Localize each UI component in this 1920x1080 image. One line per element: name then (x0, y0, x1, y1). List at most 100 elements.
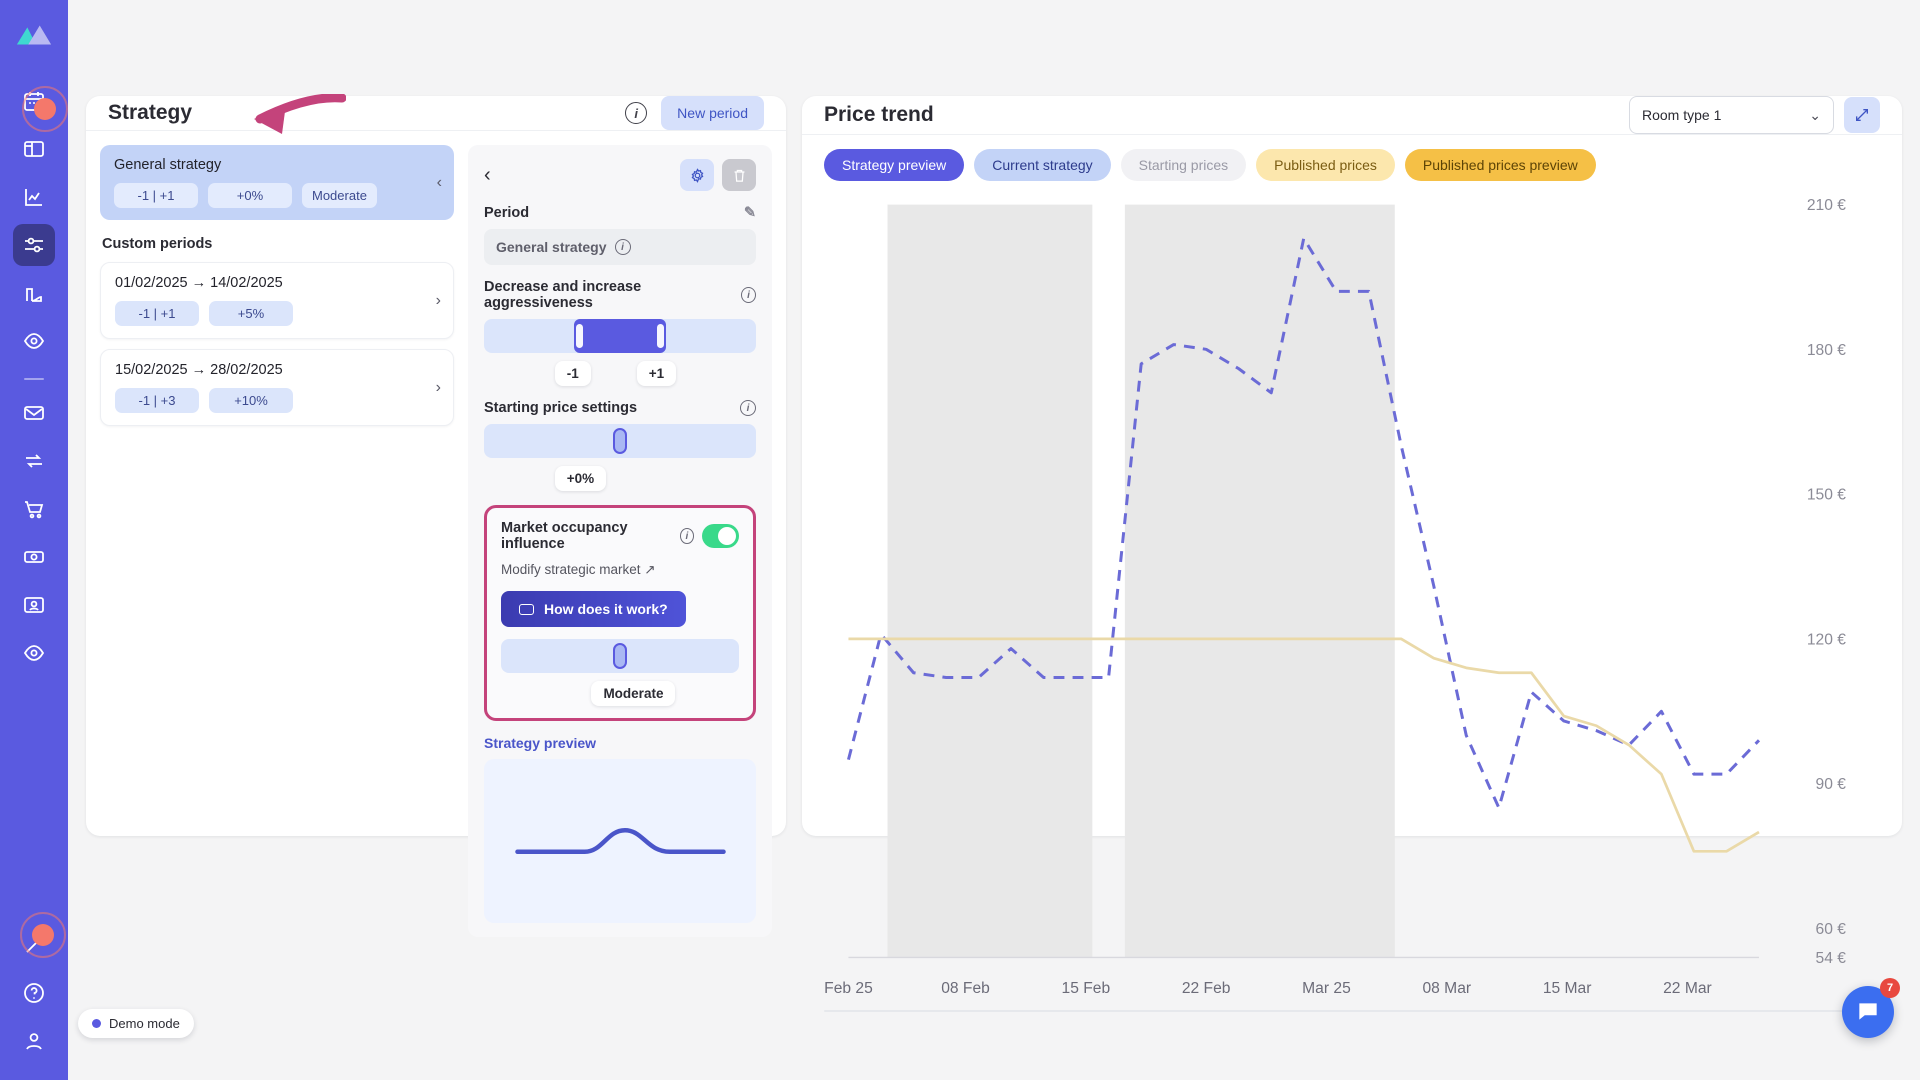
slider-fill (573, 319, 667, 353)
period-range: 01/02/2025 → 14/02/2025 (115, 275, 283, 291)
app-root: Strategy i New period General strategy -… (0, 0, 1920, 1080)
sidebar-item-account[interactable] (13, 1020, 55, 1062)
market-occupancy-toggle[interactable] (702, 524, 740, 548)
info-icon[interactable]: i (625, 102, 648, 124)
chip-starting-price: +10% (209, 388, 293, 413)
toggle-knob (718, 527, 737, 545)
sidebar-item-podium[interactable] (13, 272, 55, 314)
tab-starting-prices[interactable]: Starting prices (1120, 149, 1247, 181)
slider-handle-min[interactable] (576, 324, 584, 348)
svg-text:150 €: 150 € (1807, 487, 1846, 504)
svg-text:210 €: 210 € (1807, 197, 1846, 214)
video-icon (519, 603, 534, 615)
tab-strategy-preview[interactable]: Strategy preview (824, 149, 965, 181)
chart-scrollbar[interactable] (824, 1010, 1880, 1013)
sidebar-bottom-group (13, 924, 55, 1068)
strategy-header: Strategy i New period (86, 94, 786, 134)
page-title: Strategy (108, 101, 193, 124)
chart-svg: 54 € 60 € 90 € 120 € 150 € 180 € 210 € Feb 25 08… (824, 197, 1847, 997)
sidebar-item-strategy[interactable] (13, 224, 55, 266)
period-value: General strategy (496, 239, 607, 255)
expand-icon (1856, 109, 1868, 121)
period-label-text: Period (484, 205, 530, 221)
how-does-it-work-button[interactable]: How does it work? (501, 591, 686, 627)
trash-icon (734, 169, 744, 182)
period-range: 15/02/2025 → 28/02/2025 (115, 362, 283, 378)
list-item-period-1[interactable]: 01/02/2025 → 14/02/2025 -1 | +1 +5% › (100, 262, 454, 339)
app-logo (14, 14, 54, 54)
starting-price-slider[interactable] (484, 424, 756, 458)
sidebar-item-layout[interactable] (13, 128, 55, 170)
modify-strategic-market-link[interactable]: Modify strategic market ↗ (501, 562, 656, 578)
edit-pencil-icon[interactable]: ✎ (744, 205, 756, 221)
custom-periods-label: Custom periods (102, 236, 213, 252)
aggressiveness-min-value: -1 (554, 361, 591, 386)
svg-text:60 €: 60 € (1816, 921, 1847, 938)
room-type-select[interactable]: Room type 1 ⌄ (1629, 96, 1834, 134)
strategy-card: Strategy i New period General strategy -… (86, 94, 786, 937)
tab-published-prices-preview[interactable]: Published prices preview (1404, 149, 1596, 181)
detail-actions (680, 159, 756, 191)
sidebar-item-calendar[interactable] (13, 80, 55, 122)
svg-text:180 €: 180 € (1807, 342, 1846, 359)
sidebar-item-assistant[interactable] (13, 924, 55, 966)
price-trend-chart[interactable]: 54 € 60 € 90 € 120 € 150 € 180 € 210 € Feb 25 08… (824, 191, 1884, 1006)
chevron-right-icon[interactable]: › (436, 292, 441, 310)
chip-aggressiveness: -1 | +1 (115, 301, 199, 326)
sidebar-item-market-eye[interactable] (13, 320, 55, 362)
settings-gear-button[interactable] (680, 159, 714, 191)
sidebar-item-chart[interactable] (13, 176, 55, 218)
chip-aggressiveness: -1 | +3 (115, 388, 199, 413)
svg-text:22 Feb: 22 Feb (1182, 980, 1231, 997)
delete-button[interactable] (722, 159, 756, 191)
expand-button[interactable] (1844, 97, 1880, 133)
strategy-preview-chart (484, 759, 756, 923)
general-strategy-item[interactable]: General strategy -1 | +1 +0% Moderate ‹ (100, 145, 454, 220)
main-content: Strategy i New period General strategy -… (68, 0, 1920, 1080)
sidebar-item-mail[interactable] (13, 392, 55, 434)
aggressiveness-values: -1 +1 (484, 361, 756, 386)
demo-mode-badge: Demo mode (78, 1009, 194, 1038)
detail-toolbar: ‹ (484, 159, 756, 191)
aggressiveness-slider[interactable] (484, 319, 756, 353)
info-icon[interactable]: i (740, 400, 756, 416)
slider-thumb[interactable] (613, 643, 627, 669)
chip-starting-price: +0% (208, 183, 292, 208)
period-section-label: Period ✎ (484, 205, 756, 221)
chevron-right-icon[interactable]: › (436, 379, 441, 397)
back-icon[interactable]: ‹ (484, 165, 491, 185)
chevron-down-icon: ⌄ (1809, 106, 1821, 123)
annotation-arrow (254, 94, 346, 134)
list-item-period-2[interactable]: 15/02/2025 → 28/02/2025 -1 | +3 +10% › (100, 349, 454, 426)
sidebar-item-guests[interactable] (13, 584, 55, 626)
slider-handle-max[interactable] (656, 324, 664, 348)
starting-price-value: +0% (554, 466, 607, 491)
demo-mode-label: Demo mode (109, 1016, 180, 1031)
period-chips: -1 | +1 +5% (115, 301, 439, 326)
chat-icon (1859, 1003, 1877, 1020)
svg-text:15 Mar: 15 Mar (1543, 980, 1592, 997)
sidebar-item-insights-eye[interactable] (13, 632, 55, 674)
strategy-preview-label[interactable]: Strategy preview (484, 735, 756, 751)
tab-current-strategy[interactable]: Current strategy (974, 149, 1111, 181)
info-icon[interactable]: i (741, 287, 756, 303)
starting-price-label-text: Starting price settings (484, 400, 638, 416)
period-field[interactable]: General strategy i (484, 229, 756, 265)
chevron-left-icon[interactable]: ‹ (437, 174, 442, 192)
sidebar-item-cart[interactable] (13, 488, 55, 530)
info-icon[interactable]: i (614, 239, 631, 255)
info-icon[interactable]: i (679, 528, 695, 544)
occupancy-influence-slider[interactable] (501, 639, 739, 673)
period-chips: -1 | +3 +10% (115, 388, 439, 413)
chat-unread-badge: 7 (1880, 978, 1900, 998)
sidebar-item-exchange[interactable] (13, 440, 55, 482)
aggressiveness-max-value: +1 (636, 361, 677, 386)
sidebar-item-help[interactable] (13, 972, 55, 1014)
new-period-button[interactable]: New period (661, 96, 764, 130)
tab-published-prices[interactable]: Published prices (1256, 149, 1395, 181)
svg-text:Feb 25: Feb 25 (824, 980, 873, 997)
sidebar (0, 0, 68, 1080)
sidebar-item-revenue[interactable] (13, 536, 55, 578)
slider-thumb[interactable] (613, 428, 627, 454)
demo-dot-icon (92, 1019, 101, 1028)
